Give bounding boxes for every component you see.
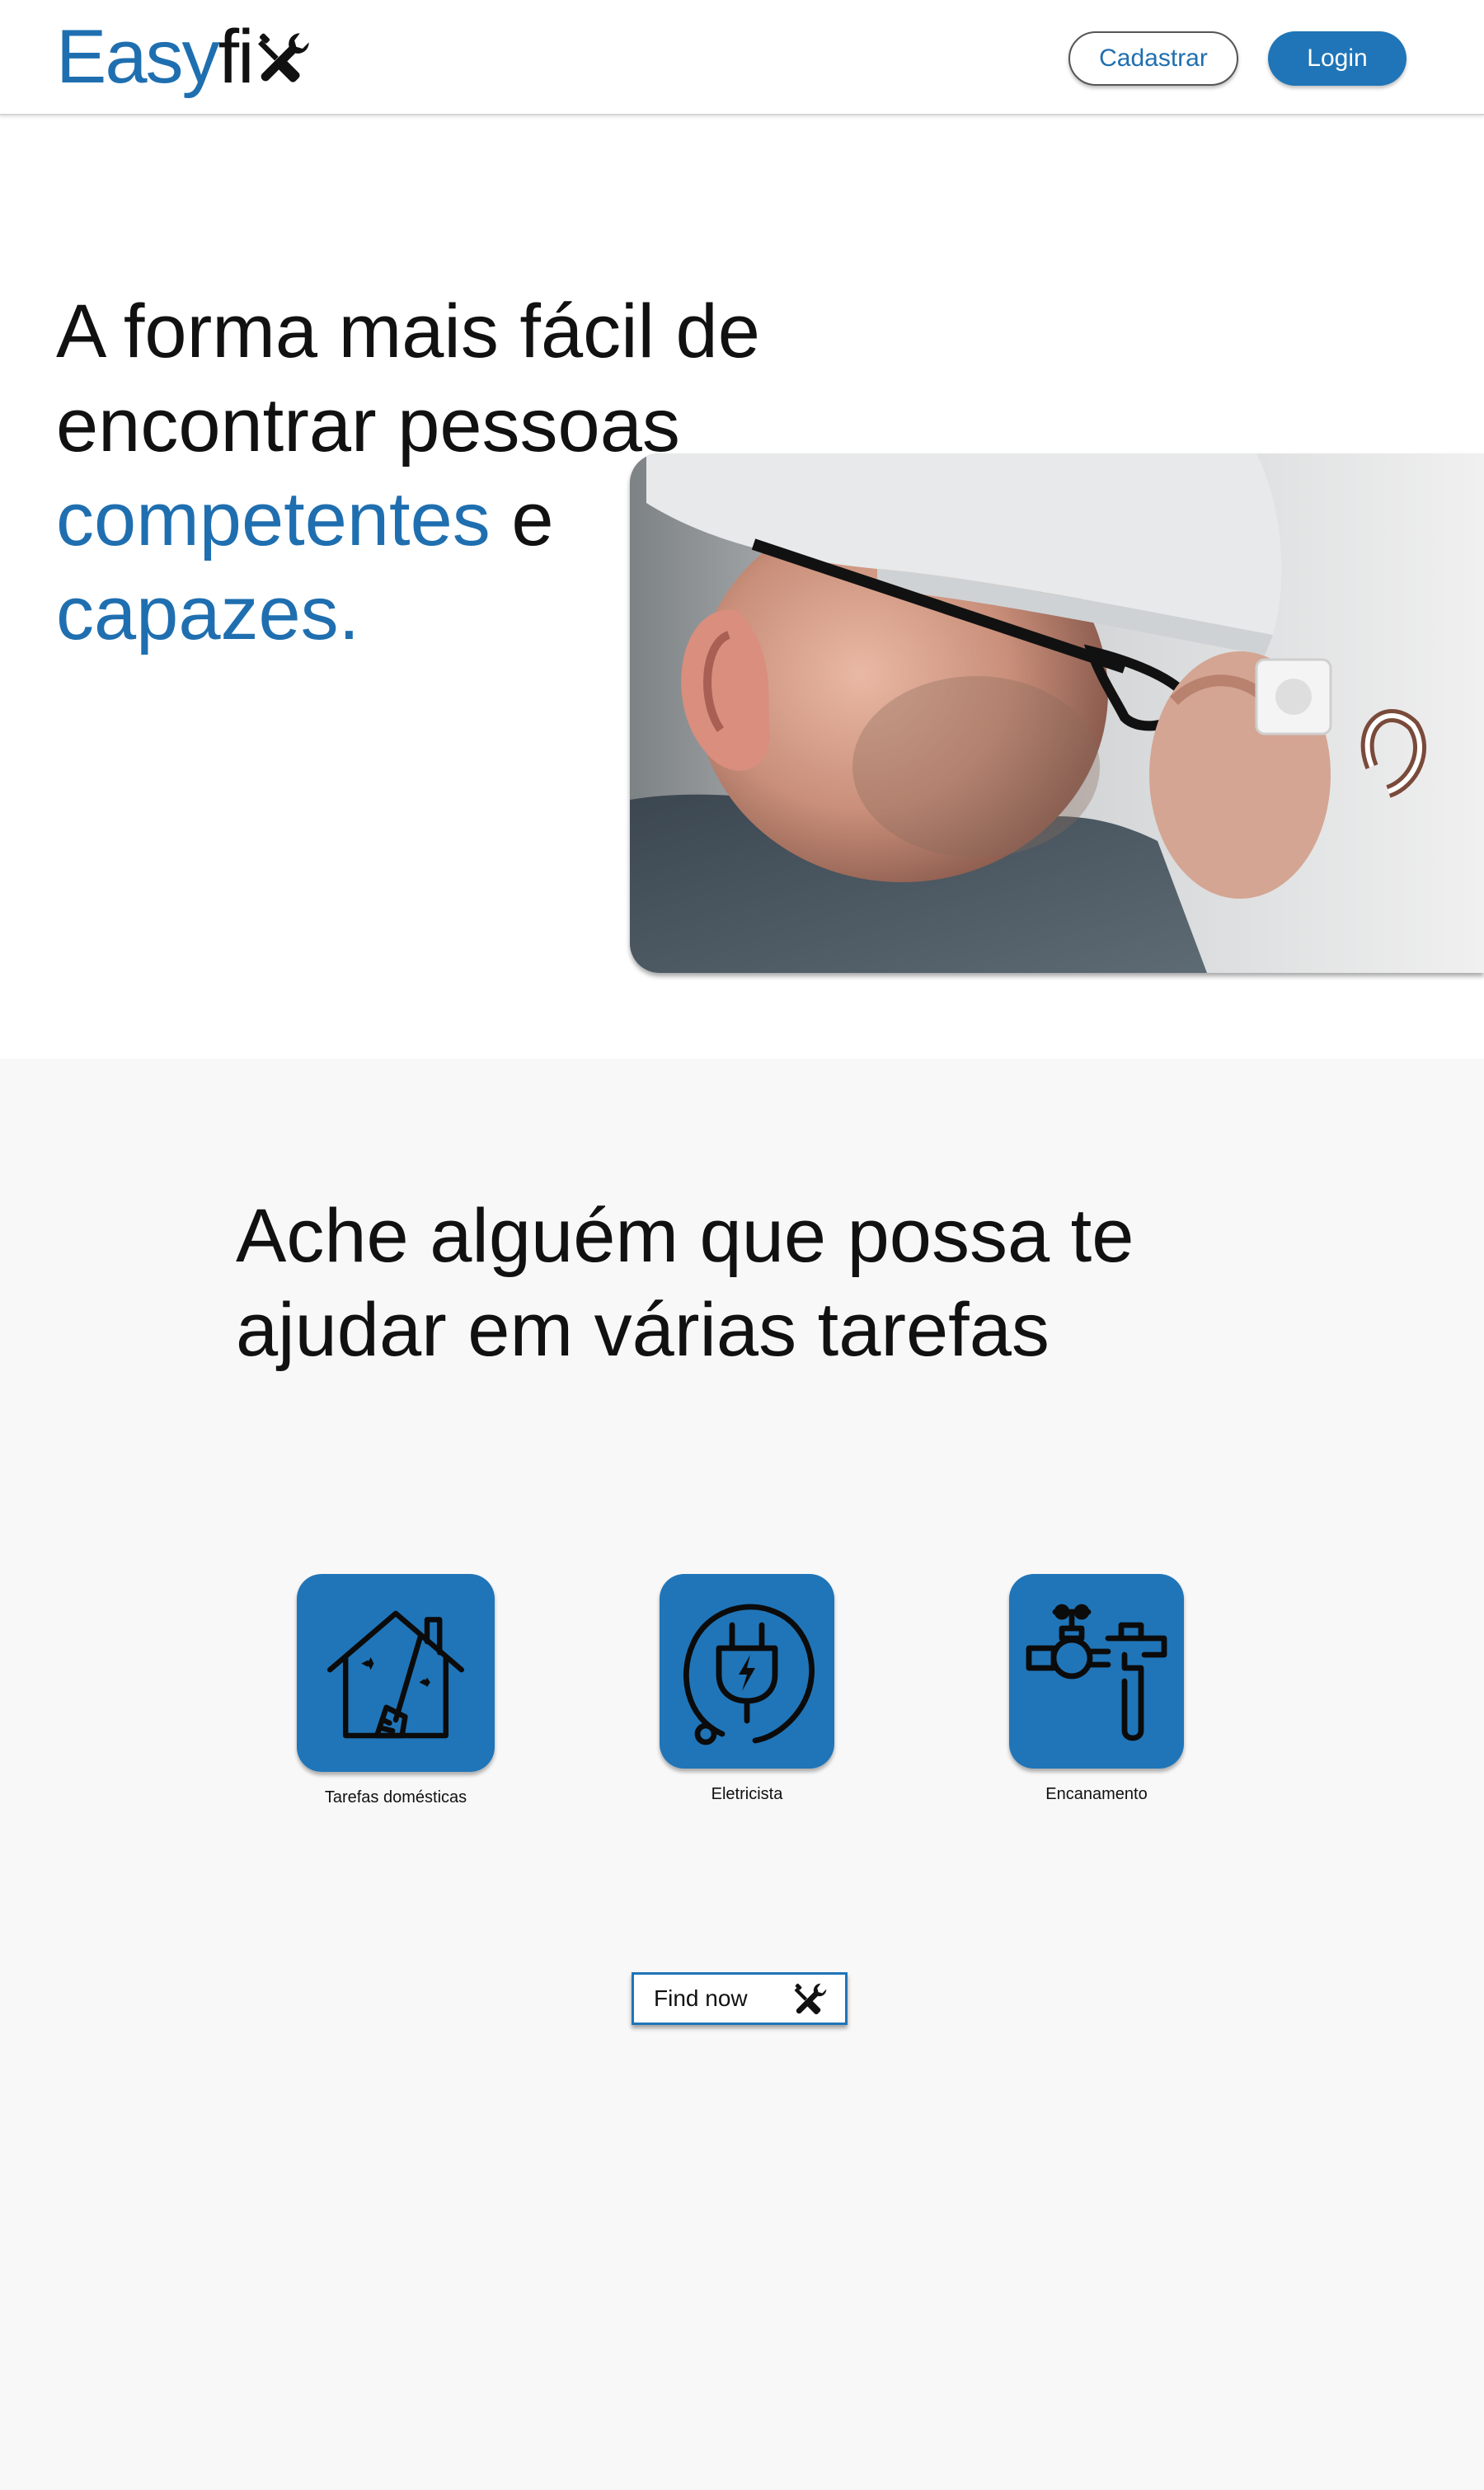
hero-connector: e xyxy=(490,477,554,561)
wrench-screwdriver-icon xyxy=(257,33,309,82)
electric-plug-icon xyxy=(683,1604,815,1745)
service-card-encanamento[interactable]: Encanamento xyxy=(991,1574,1202,1804)
logo-easy-text: Easy xyxy=(56,15,220,99)
service-card-eletricista[interactable]: Eletricista xyxy=(641,1574,852,1804)
house-broom-icon xyxy=(326,1610,465,1739)
service-label: Eletricista xyxy=(711,1785,783,1803)
electrician-at-work-photo xyxy=(630,453,1484,973)
service-tile[interactable] xyxy=(1009,1574,1184,1769)
brand-logo[interactable]: Easy fi xyxy=(56,12,312,102)
login-button[interactable]: Login xyxy=(1268,31,1407,86)
top-navbar: Easy fi Cadastrar Login xyxy=(0,0,1484,115)
wrench-screwdriver-icon xyxy=(794,1983,827,2015)
photo-illustration xyxy=(630,453,1484,973)
service-card-tarefas-domesticas[interactable]: Tarefas domésticas xyxy=(280,1574,511,1807)
find-now-button[interactable]: Find now xyxy=(632,1972,848,2025)
service-tile[interactable] xyxy=(297,1574,495,1772)
logo-fi-text: fi xyxy=(218,15,255,99)
services-section: Ache alguém que possa te ajudar em vária… xyxy=(0,1059,1484,2490)
hero-line-2: encontrar pessoas xyxy=(56,383,680,467)
pipe-wrench-icon xyxy=(1026,1604,1167,1741)
service-label: Tarefas domésticas xyxy=(324,1788,467,1806)
service-label: Encanamento xyxy=(1045,1785,1148,1803)
hero-accent-competentes: competentes xyxy=(56,477,491,561)
hero-line-1: A forma mais fácil de xyxy=(56,289,760,374)
services-title-line-2: ajudar em várias tarefas xyxy=(236,1288,1050,1372)
services-headline: Ache alguém que possa te ajudar em vária… xyxy=(236,1189,1225,1377)
signup-button[interactable]: Cadastrar xyxy=(1068,31,1238,86)
find-now-label: Find now xyxy=(654,1985,748,2011)
hero-accent-capazes: capazes. xyxy=(56,571,360,655)
services-title-line-1: Ache alguém que possa te xyxy=(236,1194,1134,1278)
service-tile[interactable] xyxy=(660,1574,834,1769)
